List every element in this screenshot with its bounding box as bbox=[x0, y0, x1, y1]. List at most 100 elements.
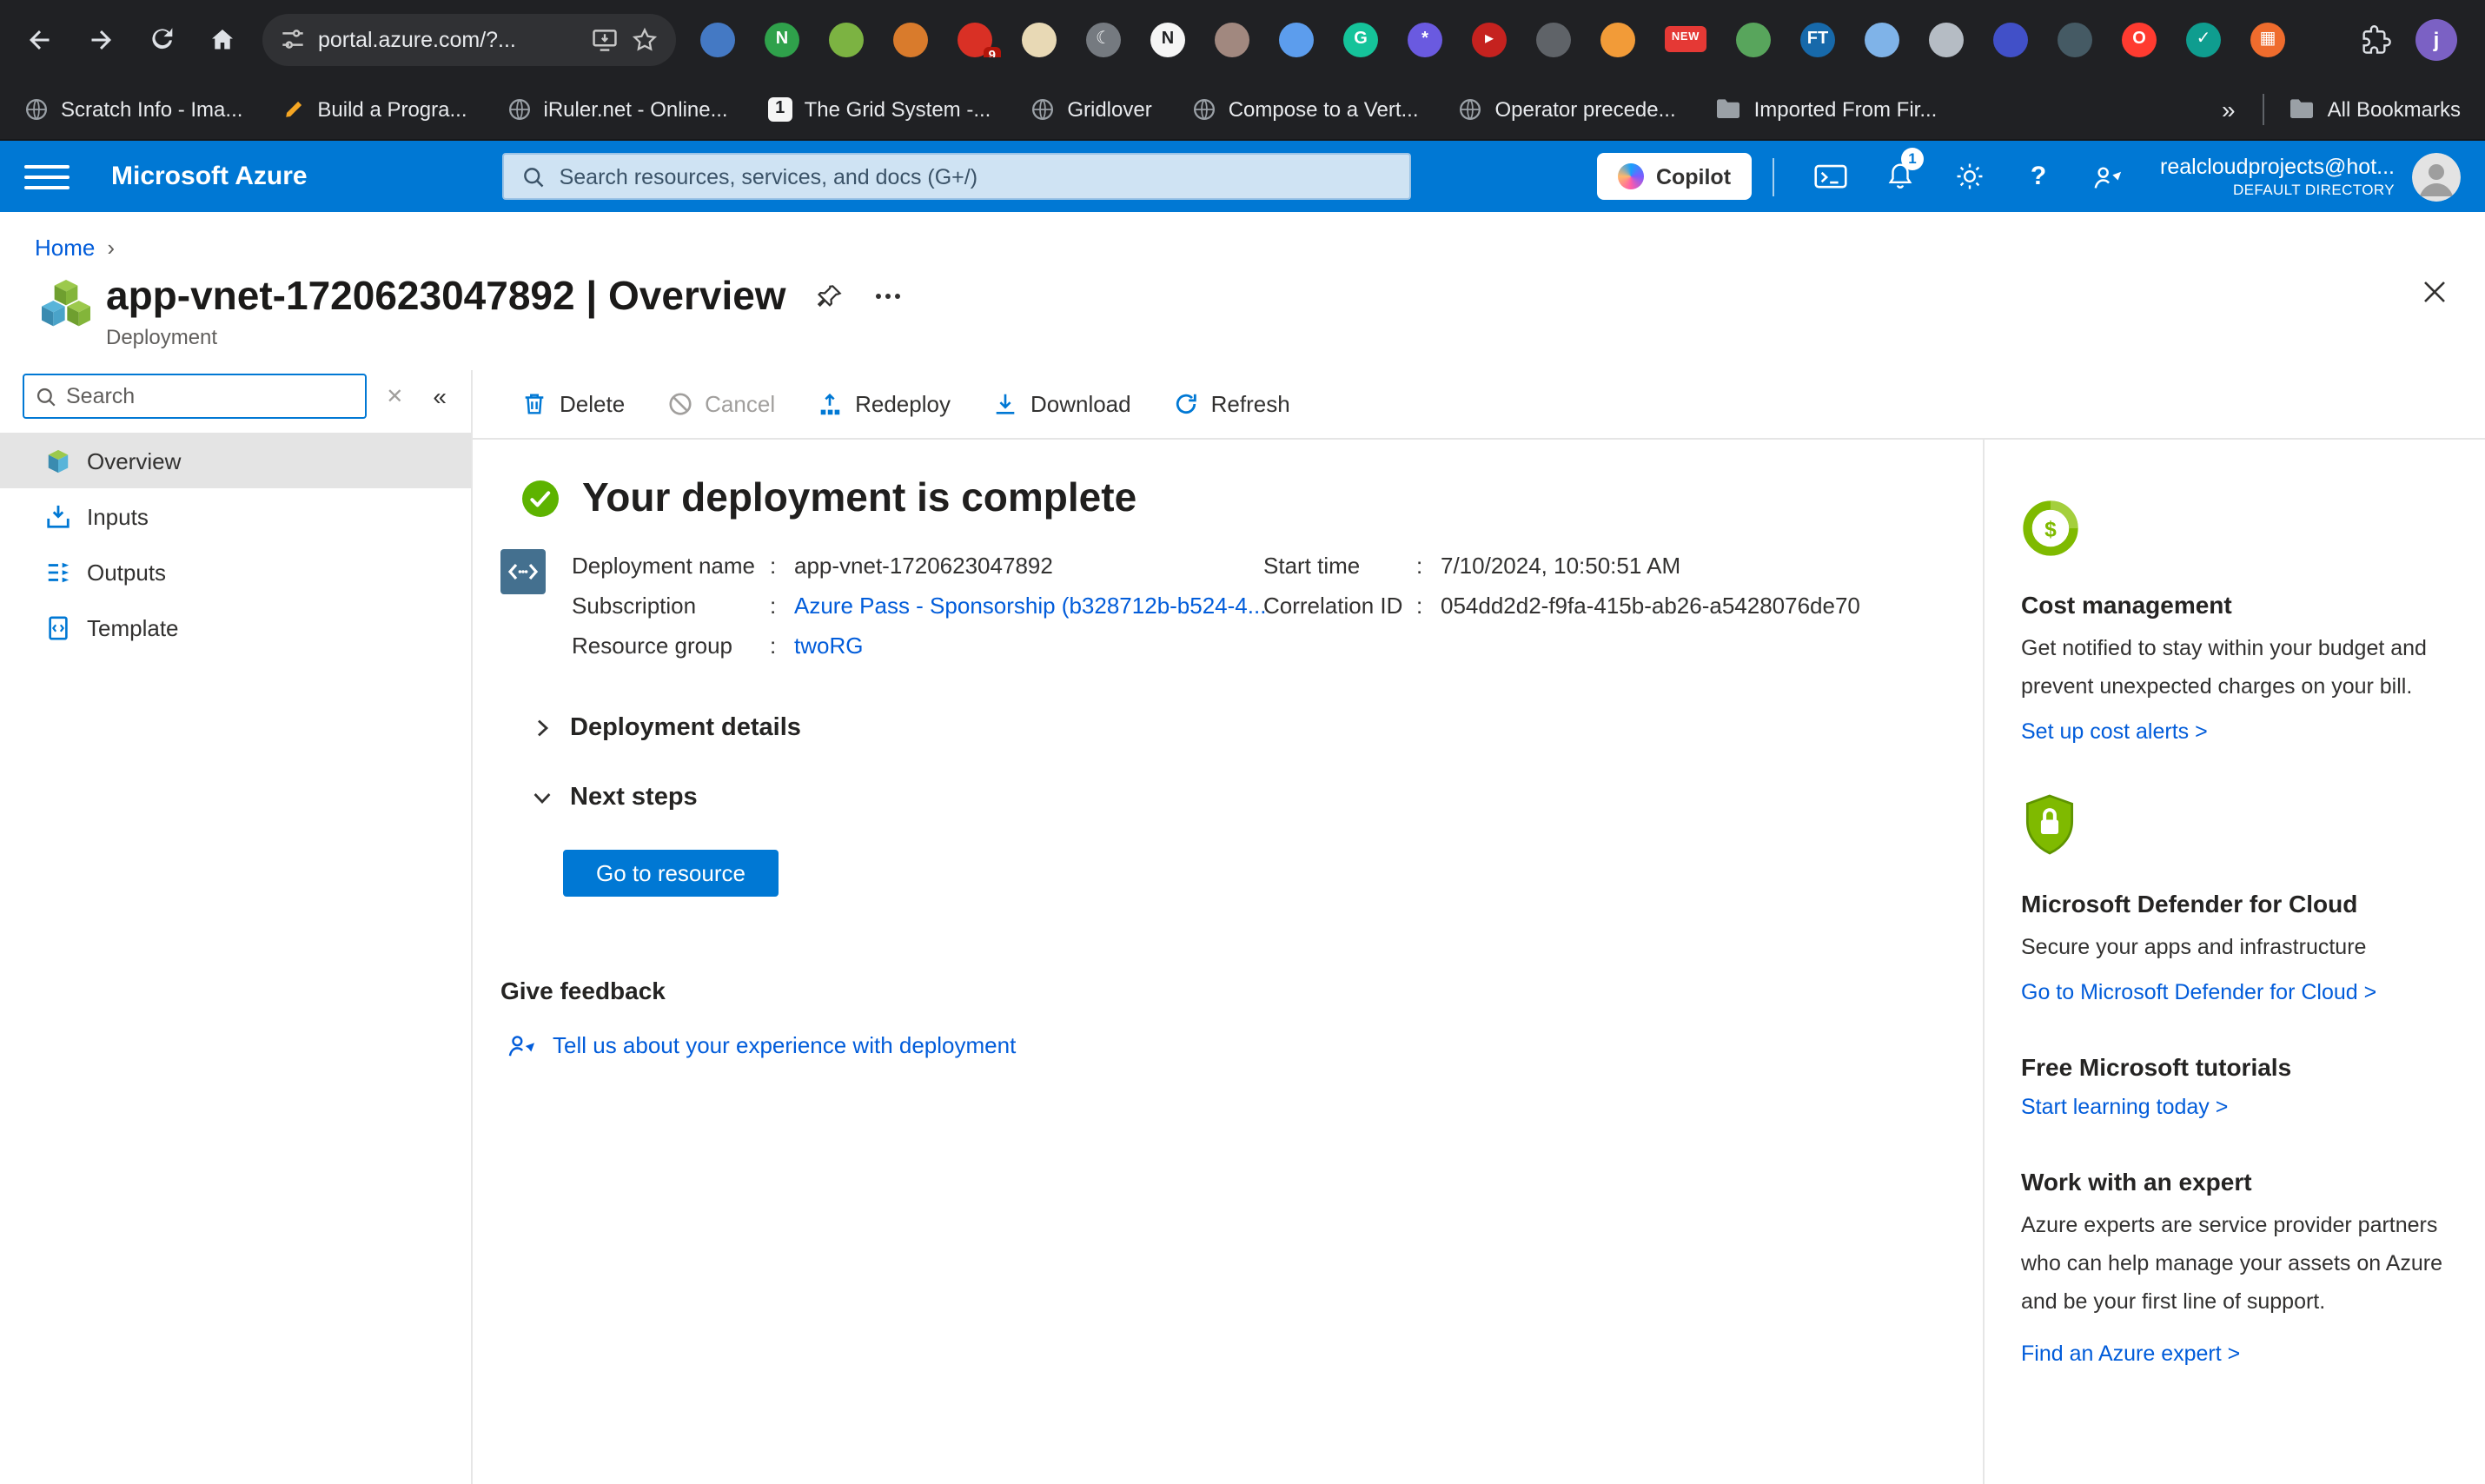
extension-icon[interactable] bbox=[1536, 22, 1571, 56]
extension-icon[interactable] bbox=[829, 22, 864, 56]
extension-icon[interactable] bbox=[1736, 22, 1771, 56]
extension-icon[interactable]: NEW bbox=[1665, 26, 1706, 52]
collapse-sidebar-button[interactable]: « bbox=[422, 379, 457, 414]
extension-icon[interactable] bbox=[700, 22, 735, 56]
extensions-puzzle-icon[interactable] bbox=[2360, 23, 2391, 55]
azure-topbar: Microsoft Azure Copilot 1 ? bbox=[0, 141, 2485, 212]
bookmark-item[interactable]: iRuler.net - Online... bbox=[507, 96, 728, 121]
extension-icon[interactable]: ✓ bbox=[2186, 22, 2221, 56]
blade-body: Delete Cancel Redeploy Download bbox=[473, 370, 2485, 1484]
redeploy-icon bbox=[817, 391, 843, 417]
account-avatar[interactable] bbox=[2412, 152, 2461, 201]
notifications-button[interactable]: 1 bbox=[1865, 152, 1934, 201]
close-blade-button[interactable] bbox=[2419, 273, 2450, 311]
deployment-details-expander[interactable]: Deployment details bbox=[532, 714, 1931, 742]
help-icon: ? bbox=[2031, 162, 2046, 191]
more-button[interactable] bbox=[875, 292, 903, 301]
address-bar[interactable]: portal.azure.com/?... bbox=[262, 13, 676, 65]
deployment-info: Deployment name : app-vnet-1720623047892… bbox=[500, 546, 1931, 666]
pin-button[interactable] bbox=[818, 283, 844, 309]
extension-icon[interactable]: 9 bbox=[958, 22, 992, 56]
bookmark-item[interactable]: Scratch Info - Ima... bbox=[24, 96, 242, 121]
extension-icon[interactable]: ▦ bbox=[2250, 22, 2285, 56]
extension-icon[interactable] bbox=[1279, 22, 1314, 56]
copilot-icon bbox=[1618, 163, 1644, 189]
extension-icon[interactable]: ▸ bbox=[1472, 22, 1507, 56]
feedback-button[interactable] bbox=[2073, 152, 2143, 201]
deployment-cubes-icon bbox=[38, 276, 94, 341]
sidebar-item-overview[interactable]: Overview bbox=[0, 433, 471, 488]
delete-button[interactable]: Delete bbox=[500, 370, 646, 438]
azure-brand[interactable]: Microsoft Azure bbox=[111, 162, 308, 191]
help-button[interactable]: ? bbox=[2004, 152, 2073, 201]
set-up-cost-alerts-link[interactable]: Set up cost alerts > bbox=[2021, 719, 2208, 744]
home-button[interactable] bbox=[196, 13, 248, 65]
cost-management-card: $ Cost management Get notified to stay w… bbox=[2021, 499, 2471, 747]
extension-icon[interactable] bbox=[893, 22, 928, 56]
resource-group-link[interactable]: twoRG bbox=[794, 633, 863, 659]
sidebar-item-outputs[interactable]: Outputs bbox=[0, 544, 471, 600]
clear-search-button[interactable]: ✕ bbox=[379, 381, 410, 412]
extension-icon[interactable] bbox=[1929, 22, 1964, 56]
bookmarks-overflow-button[interactable]: » bbox=[2222, 95, 2236, 123]
sidebar-search[interactable] bbox=[23, 374, 367, 419]
hamburger-menu-button[interactable] bbox=[24, 154, 70, 199]
cloud-shell-button[interactable] bbox=[1795, 152, 1865, 201]
sidebar-item-template[interactable]: Template bbox=[0, 600, 471, 655]
copilot-button[interactable]: Copilot bbox=[1597, 153, 1752, 200]
forward-button[interactable] bbox=[75, 13, 127, 65]
extension-icon[interactable] bbox=[1215, 22, 1249, 56]
download-icon bbox=[992, 391, 1018, 417]
bookmark-item[interactable]: Build a Progra... bbox=[282, 96, 467, 121]
back-button[interactable] bbox=[14, 13, 66, 65]
account-info[interactable]: realcloudprojects@hot... DEFAULT DIRECTO… bbox=[2160, 155, 2395, 198]
feedback-link[interactable]: Tell us about your experience with deplo… bbox=[507, 1032, 1931, 1058]
download-button[interactable]: Download bbox=[971, 370, 1152, 438]
go-to-resource-button[interactable]: Go to resource bbox=[563, 850, 779, 897]
defender-link[interactable]: Go to Microsoft Defender for Cloud > bbox=[2021, 980, 2376, 1004]
person-avatar-icon bbox=[2412, 152, 2461, 201]
sidebar-item-inputs[interactable]: Inputs bbox=[0, 488, 471, 544]
extension-icon[interactable]: N bbox=[1150, 22, 1185, 56]
extension-icon[interactable]: G bbox=[1343, 22, 1378, 56]
subscription-link[interactable]: Azure Pass - Sponsorship (b328712b-b524-… bbox=[794, 593, 1266, 619]
bookmark-item[interactable]: Operator precede... bbox=[1459, 96, 1676, 121]
cancel-button[interactable]: Cancel bbox=[646, 370, 796, 438]
next-steps-expander[interactable]: Next steps bbox=[532, 784, 1931, 812]
settings-button[interactable] bbox=[1934, 152, 2004, 201]
all-bookmarks-button[interactable]: All Bookmarks bbox=[2290, 96, 2461, 121]
extension-icon[interactable] bbox=[2058, 22, 2092, 56]
extension-icon[interactable]: O bbox=[2122, 22, 2157, 56]
extension-icon[interactable] bbox=[1600, 22, 1635, 56]
give-feedback-title: Give feedback bbox=[500, 977, 1931, 1004]
defender-card: Microsoft Defender for Cloud Secure your… bbox=[2021, 792, 2471, 1008]
refresh-button[interactable]: Refresh bbox=[1152, 370, 1311, 438]
bookmark-item[interactable]: Compose to a Vert... bbox=[1192, 96, 1419, 121]
ellipsis-icon bbox=[875, 292, 903, 301]
bookmark-item[interactable]: Gridlover bbox=[1030, 96, 1151, 121]
extension-icon[interactable] bbox=[1993, 22, 2028, 56]
start-learning-link[interactable]: Start learning today > bbox=[2021, 1095, 2228, 1119]
bookmark-item[interactable]: 1The Grid System -... bbox=[768, 96, 991, 121]
redeploy-button[interactable]: Redeploy bbox=[796, 370, 971, 438]
sidebar-search-input[interactable] bbox=[66, 384, 355, 408]
global-search[interactable] bbox=[502, 153, 1411, 200]
extension-icon[interactable]: ☾ bbox=[1086, 22, 1121, 56]
bookmark-star-icon[interactable] bbox=[631, 25, 659, 53]
command-bar: Delete Cancel Redeploy Download bbox=[473, 370, 2485, 440]
install-app-icon[interactable] bbox=[591, 25, 619, 53]
success-check-icon bbox=[521, 479, 560, 517]
extension-icon[interactable] bbox=[1865, 22, 1899, 56]
url-text[interactable]: portal.azure.com/?... bbox=[318, 27, 579, 51]
extension-icon[interactable] bbox=[1022, 22, 1057, 56]
browser-profile-avatar[interactable]: j bbox=[2415, 18, 2457, 60]
global-search-input[interactable] bbox=[560, 164, 1392, 189]
extension-icon[interactable]: FT bbox=[1800, 22, 1835, 56]
find-expert-link[interactable]: Find an Azure expert > bbox=[2021, 1342, 2240, 1366]
breadcrumb-home-link[interactable]: Home bbox=[35, 235, 95, 261]
reload-button[interactable] bbox=[136, 13, 188, 65]
extension-icon[interactable]: N bbox=[765, 22, 799, 56]
bookmark-item[interactable]: Imported From Fir... bbox=[1716, 96, 1938, 121]
site-settings-icon[interactable] bbox=[280, 26, 306, 52]
extension-icon[interactable]: * bbox=[1408, 22, 1442, 56]
